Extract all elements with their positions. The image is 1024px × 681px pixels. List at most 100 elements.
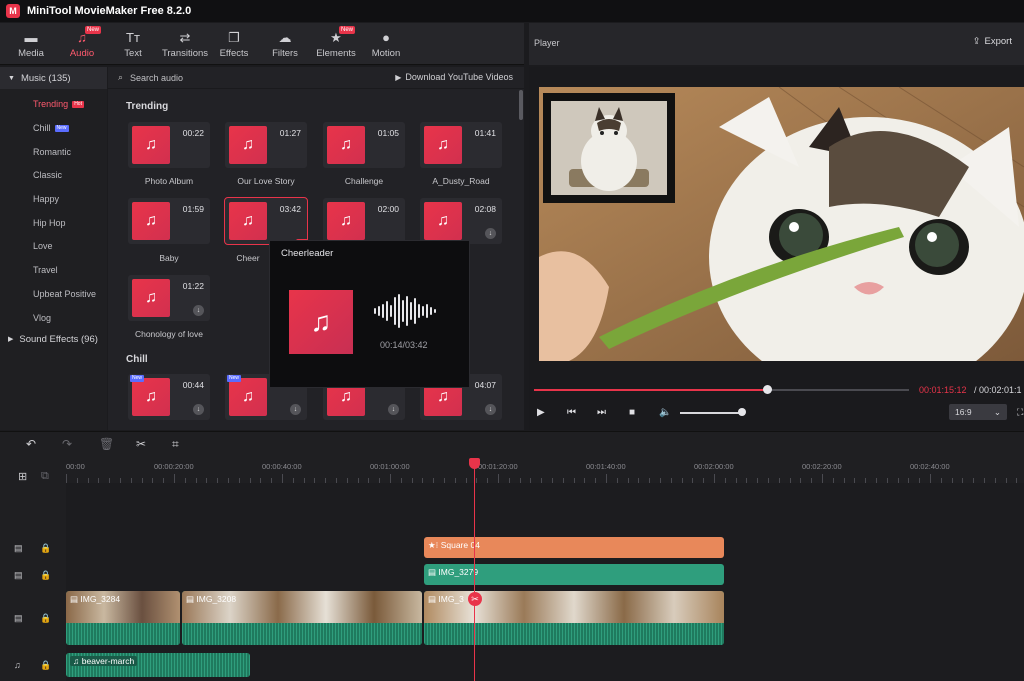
search-row: ⌕ Search audio ▶ Download YouTube Videos — [108, 67, 524, 89]
category-hip-hop[interactable]: Hip Hop — [33, 216, 66, 230]
main-video-clip-2[interactable]: ▤ IMG_3208 — [182, 591, 422, 645]
ruler-tick — [746, 478, 748, 483]
tab-filters[interactable]: ☁ Filters — [260, 23, 310, 65]
previous-frame-button[interactable]: ⏮ — [567, 407, 576, 418]
volume-slider[interactable] — [680, 412, 742, 414]
music-note-icon: ♫ — [229, 126, 267, 164]
category-chill[interactable]: Chill New — [33, 121, 69, 135]
tab-effects[interactable]: ❐ Effects — [209, 23, 259, 65]
ruler-tick — [508, 478, 510, 483]
ruler-tick — [724, 478, 726, 483]
ruler-tick — [66, 474, 67, 483]
ruler-tick — [940, 478, 942, 483]
tab-media[interactable]: ▬ Media — [6, 23, 56, 65]
aspect-ratio-select[interactable]: 16:9 ⌄ — [949, 404, 1007, 420]
lock-icon[interactable]: 🔒 — [40, 613, 51, 624]
main-video-clip-1[interactable]: ▤ IMG_3284 — [66, 591, 180, 645]
sound-effects-category-header[interactable]: ▶ Sound Effects (96) — [0, 328, 107, 350]
audio-tile[interactable]: ♫ New 00:44 ↓ — [128, 374, 210, 420]
ruler-tick — [325, 478, 327, 483]
library-scrollbar[interactable] — [519, 90, 523, 120]
music-note-icon: ♫ — [132, 378, 170, 416]
volume-icon[interactable]: 🔈 — [659, 407, 671, 418]
play-button[interactable]: ▶ — [537, 407, 545, 418]
category-romantic[interactable]: Romantic — [33, 145, 71, 159]
ruler-tick — [573, 478, 575, 483]
tab-text[interactable]: Tт Text — [108, 23, 158, 65]
video-preview[interactable] — [539, 87, 1024, 361]
progress-knob[interactable] — [762, 385, 772, 394]
add-track-icon[interactable]: ⊞ — [18, 470, 27, 483]
element-clip[interactable]: ★⁝ Square 04 — [424, 537, 724, 558]
overlay-video-clip[interactable]: ▤ IMG_3279 — [424, 564, 724, 585]
download-icon[interactable]: ↓ — [193, 404, 204, 415]
tab-motion[interactable]: ● Motion — [361, 23, 411, 65]
tab-elements[interactable]: New ★ Elements — [311, 23, 361, 65]
tile-duration: 03:42 — [279, 204, 301, 214]
audio-tile[interactable]: ♫ 02:08 ↓ — [420, 198, 502, 244]
undo-icon[interactable]: ↶ — [26, 437, 36, 451]
tab-label: Audio — [69, 47, 95, 59]
film-icon: ▤ — [70, 594, 79, 604]
category-love[interactable]: Love — [33, 239, 53, 253]
music-clip[interactable]: ♫ beaver-march — [66, 653, 250, 677]
audio-tile-selected[interactable]: ♫ 03:42 + — [224, 197, 308, 251]
split-marker-icon[interactable]: ✂ — [468, 592, 482, 606]
search-input[interactable]: Search audio — [130, 73, 183, 83]
category-upbeat-positive[interactable]: Upbeat Positive — [33, 287, 96, 301]
ruler-tick — [627, 478, 629, 483]
download-youtube-button[interactable]: ▶ Download YouTube Videos — [395, 72, 513, 82]
category-trending[interactable]: Trending Hot — [33, 97, 84, 111]
ruler-tick — [346, 478, 348, 483]
playback-progress-bar[interactable] — [534, 385, 909, 394]
audio-tile[interactable]: ♫ 01:59 — [128, 198, 210, 244]
export-button[interactable]: ⇪ Export — [973, 36, 1012, 47]
download-icon[interactable]: ↓ — [388, 404, 399, 415]
stop-button[interactable]: ■ — [629, 407, 635, 418]
tile-name: Our Love Story — [237, 176, 295, 186]
download-icon[interactable]: ↓ — [485, 228, 496, 239]
app-logo-icon: M — [6, 4, 20, 18]
music-category-header[interactable]: ▼ Music (135) — [0, 67, 107, 89]
ruler-tick — [174, 474, 175, 483]
music-note-icon: ♫ — [132, 279, 170, 317]
audio-tile[interactable]: ♫ 01:22 ↓ — [128, 275, 210, 321]
next-frame-button[interactable]: ⏭ — [597, 407, 606, 418]
volume-knob[interactable] — [738, 408, 746, 416]
category-happy[interactable]: Happy — [33, 192, 59, 206]
lock-icon[interactable]: 🔒 — [40, 543, 51, 554]
clip-waveform — [66, 623, 180, 645]
redo-icon[interactable]: ↷ — [62, 437, 72, 451]
tab-transitions[interactable]: ⇄ Transitions — [159, 23, 211, 65]
category-classic[interactable]: Classic — [33, 168, 62, 182]
split-icon[interactable]: ✂ — [136, 437, 146, 451]
playhead-handle[interactable] — [469, 458, 480, 469]
category-label: Trending — [33, 99, 69, 109]
audio-tile[interactable]: ♫ 01:05 — [323, 122, 405, 168]
music-note-icon: ♫ — [14, 660, 21, 670]
ruler-tick — [141, 478, 143, 483]
ruler-tick — [163, 478, 165, 483]
time-ruler[interactable]: 00:00 00:00:20:00 00:00:40:00 00:01:00:0… — [66, 457, 1024, 483]
ruler-tick — [649, 478, 651, 483]
transitions-icon: ⇄ — [179, 29, 191, 45]
category-vlog[interactable]: Vlog — [33, 311, 51, 325]
delete-icon[interactable]: 🗑 — [99, 437, 114, 451]
audio-tile[interactable]: ♫ 00:22 — [128, 122, 210, 168]
ruler-tick — [238, 478, 240, 483]
download-icon[interactable]: ↓ — [290, 404, 301, 415]
download-icon[interactable]: ↓ — [485, 404, 496, 415]
fullscreen-icon[interactable]: ⛶ — [1017, 407, 1023, 418]
audio-tile[interactable]: ♫ 01:27 — [225, 122, 307, 168]
lock-icon[interactable]: 🔒 — [40, 660, 51, 671]
tab-audio[interactable]: New ♫ Audio — [57, 23, 107, 65]
download-icon[interactable]: ↓ — [193, 305, 204, 316]
crop-icon[interactable]: ⌗ — [172, 437, 179, 452]
lock-icon[interactable]: 🔒 — [40, 570, 51, 581]
audio-tile[interactable]: ♫ 02:00 — [323, 198, 405, 244]
category-travel[interactable]: Travel — [33, 263, 58, 277]
playhead-line[interactable] — [474, 458, 475, 681]
audio-tile[interactable]: ♫ 01:41 — [420, 122, 502, 168]
copy-track-icon[interactable]: ⧉ — [41, 470, 49, 483]
ruler-tick — [357, 478, 359, 483]
